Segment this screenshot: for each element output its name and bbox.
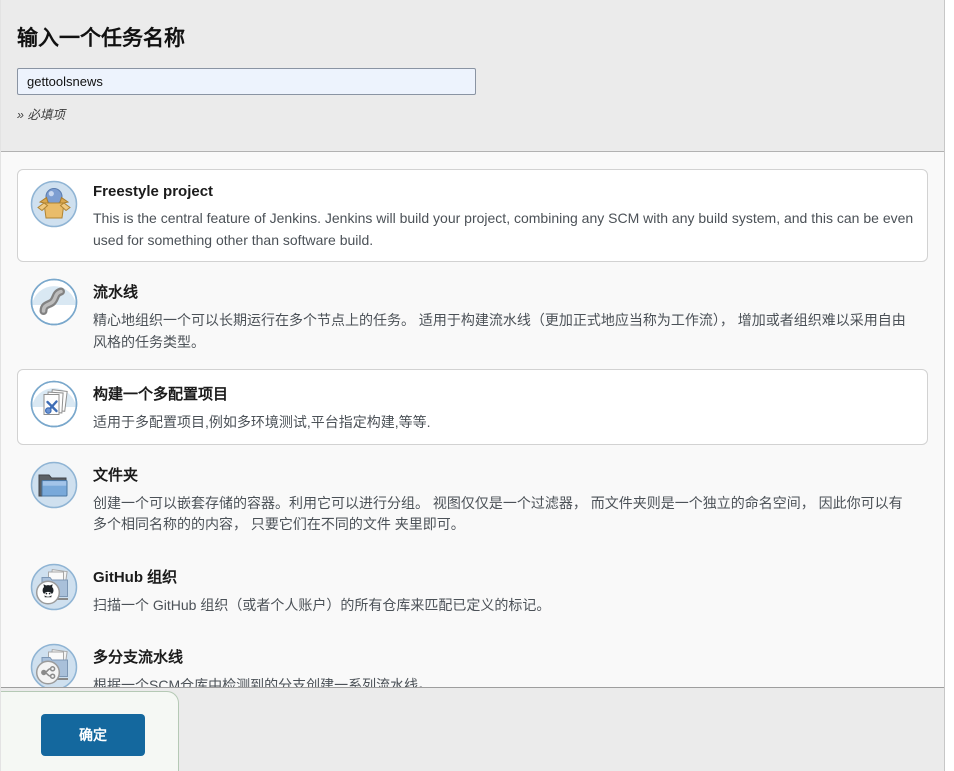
- item-pipeline[interactable]: 流水线 精心地组织一个可以长期运行在多个节点上的任务。 适用于构建流水线（更加正…: [17, 267, 928, 364]
- item-description: 精心地组织一个可以长期运行在多个节点上的任务。 适用于构建流水线（更加正式地应当…: [93, 312, 906, 350]
- item-multi-configuration-project[interactable]: 构建一个多配置项目 适用于多配置项目,例如多环境测试,平台指定构建,等等.: [17, 369, 928, 445]
- item-title: 多分支流水线: [93, 649, 184, 666]
- item-freestyle-project[interactable]: Freestyle project This is the central fe…: [17, 169, 928, 262]
- folder-icon: [30, 461, 78, 509]
- bottom-bar-button-area: 确定: [1, 691, 179, 771]
- item-multibranch-pipeline[interactable]: 多分支流水线 根据一个SCM仓库中检测到的分支创建一系列流水线。: [17, 632, 928, 687]
- item-type-list: Freestyle project This is the central fe…: [1, 152, 944, 687]
- multi-configuration-icon: [30, 380, 78, 428]
- required-note: » 必填项: [17, 108, 65, 122]
- item-github-organization[interactable]: GitHub 组织 扫描一个 GitHub 组织（或者个人账户）的所有仓库来匹配…: [17, 552, 928, 628]
- item-folder[interactable]: 文件夹 创建一个可以嵌套存储的容器。利用它可以进行分组。 视图仅仅是一个过滤器，…: [17, 450, 928, 547]
- item-description: This is the central feature of Jenkins. …: [93, 210, 914, 248]
- page-title: 输入一个任务名称: [17, 27, 185, 50]
- item-description: 创建一个可以嵌套存储的容器。利用它可以进行分组。 视图仅仅是一个过滤器， 而文件…: [93, 494, 903, 533]
- item-title: 文件夹: [93, 466, 139, 484]
- github-organization-icon: [30, 563, 78, 611]
- item-title: 构建一个多配置项目: [93, 386, 229, 403]
- freestyle-project-icon: [30, 180, 78, 228]
- item-description: 适用于多配置项目,例如多环境测试,平台指定构建,等等.: [93, 414, 431, 430]
- item-title: GitHub 组织: [93, 568, 178, 586]
- item-description: 扫描一个 GitHub 组织（或者个人账户）的所有仓库来匹配已定义的标记。: [93, 596, 551, 613]
- item-title: Freestyle project: [93, 183, 214, 200]
- ok-button[interactable]: 确定: [41, 714, 145, 756]
- bottom-bar: 确定: [1, 687, 944, 771]
- item-title: 流水线: [93, 284, 139, 301]
- item-description: 根据一个SCM仓库中检测到的分支创建一系列流水线。: [93, 677, 433, 687]
- pipeline-icon: [30, 278, 78, 326]
- multibranch-pipeline-icon: [30, 643, 78, 687]
- item-name-panel: 输入一个任务名称 » 必填项: [1, 0, 944, 152]
- item-name-input[interactable]: [17, 68, 476, 95]
- new-item-page: 输入一个任务名称 » 必填项 Freestyle project: [0, 0, 945, 771]
